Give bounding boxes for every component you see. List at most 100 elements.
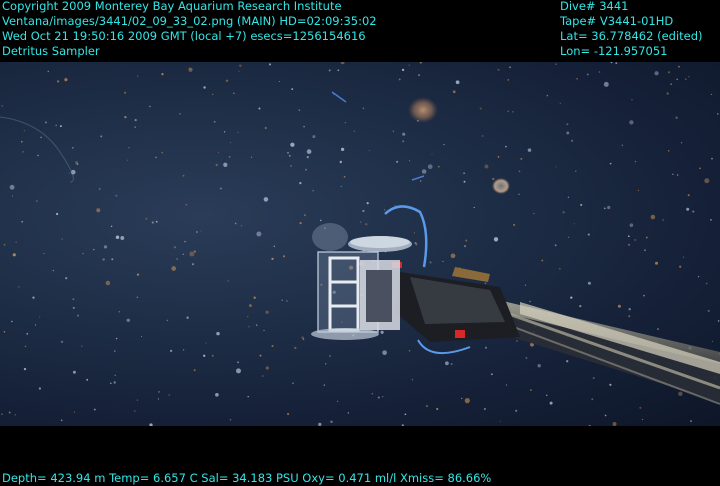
snow-particle [182,174,185,177]
snow-particle [442,260,444,262]
jellyfish-small [492,178,510,194]
snow-particle [678,391,683,397]
snow-particle [299,182,302,185]
snow-particle [115,194,118,197]
snow-particle [347,412,349,414]
snow-particle [134,410,136,412]
snow-particle [60,340,64,343]
snow-particle [126,159,128,161]
snow-particle [705,282,708,285]
snow-particle [103,245,108,249]
snow-particle [256,231,262,237]
snow-particle [149,423,153,426]
snow-particle [72,370,76,374]
snow-particle [396,160,399,163]
snow-particle [149,105,151,108]
snow-particle [248,304,252,308]
snow-particle [587,233,590,236]
snow-particle [607,205,611,210]
snow-particle [240,225,242,227]
snow-particle [329,355,331,357]
snow-particle [419,180,422,182]
snow-particle [193,369,196,371]
snow-particle [155,156,157,159]
snow-particle [529,300,531,303]
snow-particle [680,142,683,144]
snow-particle [604,414,607,417]
particle-streak-2 [411,175,425,181]
snow-particle [271,257,274,261]
snow-particle [11,320,13,323]
snow-particle [306,149,312,154]
snow-particle [566,360,569,363]
snow-particle [259,354,262,357]
snow-particle [507,110,509,112]
snow-particle [170,349,173,352]
snow-particle [136,296,139,299]
snow-particle [263,329,265,331]
snow-particle [421,169,427,174]
snow-particle [445,361,449,366]
snow-particle [617,304,621,308]
snow-particle [639,406,642,409]
snow-particle [401,424,404,426]
snow-particle [567,236,570,238]
snow-particle [8,411,11,414]
snow-particle [158,391,160,393]
snow-particle [443,143,445,146]
snow-particle [227,280,229,282]
snow-particle [1,413,3,416]
snow-particle [43,252,45,255]
snow-particle [692,210,695,213]
snow-particle [191,263,195,266]
snow-particle [223,162,228,167]
snow-particle [562,211,565,214]
snow-particle [298,109,301,111]
snow-particle [667,149,670,152]
snow-particle [216,331,220,336]
snow-particle [188,67,193,72]
snow-particle [621,144,624,147]
snow-particle [3,331,6,333]
snow-particle [44,121,47,124]
snow-particle [110,225,113,228]
snow-particle [37,154,39,157]
snow-particle [670,83,672,85]
snow-particle [566,123,569,126]
snow-particle [409,160,411,162]
snow-particle [323,384,326,386]
snow-particle [14,414,17,416]
snow-particle [555,166,557,168]
snow-particle [360,221,362,223]
snow-particle [111,258,114,261]
snow-particle [554,244,557,247]
snow-particle [18,286,20,288]
snow-particle [592,377,595,379]
snow-particle [21,140,23,143]
snow-particle [294,346,297,350]
snow-particle [324,363,327,365]
snow-particle [676,78,678,81]
snow-particle [136,273,140,276]
snow-particle [292,382,294,385]
snow-particle [237,131,239,133]
snow-particle [100,135,103,138]
snow-particle [186,316,189,319]
snow-particle [603,207,606,210]
snow-particle [34,324,37,326]
jellyfish-large [408,97,438,123]
snow-particle [436,407,439,411]
snow-particle [690,420,692,423]
snow-particle [290,142,295,147]
snow-particle [60,419,63,422]
snow-particle [219,187,222,190]
snow-particle [264,126,267,130]
snow-particle [463,244,467,248]
snow-particle [401,68,405,72]
snow-particle [629,223,634,227]
snow-particle [200,230,202,232]
snow-particle [580,203,583,206]
snow-particle [408,349,411,352]
snow-particle [463,180,466,183]
snow-particle [666,92,669,95]
